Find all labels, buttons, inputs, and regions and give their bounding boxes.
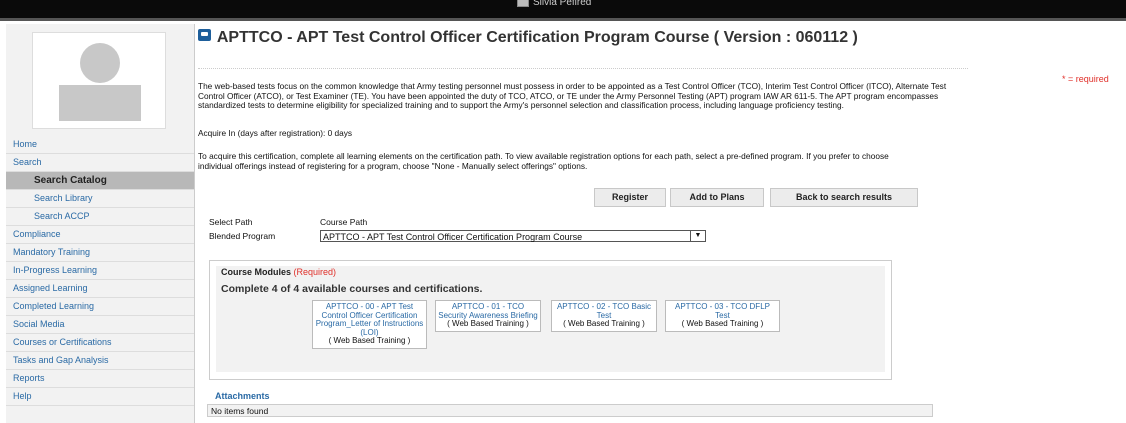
select-path-label: Select Path bbox=[209, 217, 253, 227]
course-modules-heading: Course Modules (Required) bbox=[221, 267, 336, 277]
course-modules-required: (Required) bbox=[293, 267, 337, 277]
sidebar-item-compliance[interactable]: Compliance bbox=[6, 226, 194, 244]
course-modules-inner: Course Modules (Required) Complete 4 of … bbox=[216, 266, 885, 372]
sidebar: Home Search Search Catalog Search Librar… bbox=[6, 24, 195, 423]
certification-instructions: To acquire this certification, complete … bbox=[198, 151, 889, 171]
sidebar-item-assigned-learning[interactable]: Assigned Learning bbox=[6, 280, 194, 298]
module-type-02: ( Web Based Training ) bbox=[563, 319, 645, 329]
module-type-03: ( Web Based Training ) bbox=[681, 319, 764, 329]
sidebar-item-search-catalog[interactable]: Search Catalog bbox=[6, 172, 194, 190]
program-select-value: APTTCO - APT Test Control Officer Certif… bbox=[323, 232, 583, 242]
sidebar-item-reports[interactable]: Reports bbox=[6, 370, 194, 388]
avatar-head bbox=[80, 43, 120, 83]
sidebar-item-search-library[interactable]: Search Library bbox=[6, 190, 194, 208]
sidebar-item-courses-or-certifications[interactable]: Courses or Certifications bbox=[6, 334, 194, 352]
attachments-heading: Attachments bbox=[215, 391, 270, 401]
sidebar-item-help[interactable]: Help bbox=[6, 388, 194, 406]
sidebar-item-in-progress-learning[interactable]: In-Progress Learning bbox=[6, 262, 194, 280]
sidebar-item-completed-learning[interactable]: Completed Learning bbox=[6, 298, 194, 316]
attachments-list: No items found bbox=[207, 404, 933, 417]
module-link-03[interactable]: APTTCO - 03 - TCO DFLP Test bbox=[667, 302, 778, 320]
sidebar-item-social-media[interactable]: Social Media bbox=[6, 316, 194, 334]
page-title: APTTCO - APT Test Control Officer Certif… bbox=[216, 29, 858, 46]
module-card-03: APTTCO - 03 - TCO DFLP Test ( Web Based … bbox=[665, 300, 780, 332]
course-description: The web-based tests focus on the common … bbox=[198, 81, 947, 111]
title-divider bbox=[198, 68, 968, 69]
main-content: APTTCO - APT Test Control Officer Certif… bbox=[194, 18, 1126, 423]
page-title-row: APTTCO - APT Test Control Officer Certif… bbox=[198, 28, 948, 47]
sidebar-item-search-accp[interactable]: Search ACCP bbox=[6, 208, 194, 226]
profile-photo[interactable] bbox=[32, 32, 166, 129]
sidebar-item-tasks-and-gap-analysis[interactable]: Tasks and Gap Analysis bbox=[6, 352, 194, 370]
register-button[interactable]: Register bbox=[594, 188, 666, 207]
user-name: Silvia Pefired bbox=[533, 0, 592, 8]
acquire-in: Acquire In (days after registration): 0 … bbox=[198, 128, 353, 138]
sidebar-item-search[interactable]: Search bbox=[6, 154, 194, 172]
sidebar-item-home[interactable]: Home bbox=[6, 136, 194, 154]
avatar-body bbox=[59, 85, 141, 121]
course-path-label: Course Path bbox=[320, 217, 368, 227]
course-modules-summary: Complete 4 of 4 available courses and ce… bbox=[221, 283, 483, 295]
module-card-02: APTTCO - 02 - TCO Basic Test ( Web Based… bbox=[551, 300, 657, 332]
module-card-00: APTTCO - 00 - APT Test Control Officer C… bbox=[312, 300, 427, 349]
module-link-01[interactable]: APTTCO - 01 - TCO Security Awareness Bri… bbox=[437, 302, 539, 320]
course-modules-title: Course Modules bbox=[221, 267, 292, 277]
user-menu[interactable]: Silvia Pefired bbox=[517, 0, 591, 8]
module-link-00[interactable]: APTTCO - 00 - APT Test Control Officer C… bbox=[314, 302, 425, 337]
back-to-search-results-button[interactable]: Back to search results bbox=[770, 188, 918, 207]
module-type-01: ( Web Based Training ) bbox=[447, 319, 529, 329]
blended-program-label: Blended Program bbox=[209, 231, 276, 241]
program-select[interactable]: APTTCO - APT Test Control Officer Certif… bbox=[320, 230, 706, 242]
required-note: * = required bbox=[1062, 74, 1109, 84]
user-card-icon bbox=[517, 0, 529, 7]
module-link-02[interactable]: APTTCO - 02 - TCO Basic Test bbox=[553, 302, 655, 320]
module-type-00: ( Web Based Training ) bbox=[328, 336, 411, 346]
certification-icon bbox=[198, 29, 211, 41]
chevron-down-icon[interactable]: ▼ bbox=[690, 231, 705, 241]
sidebar-item-mandatory-training[interactable]: Mandatory Training bbox=[6, 244, 194, 262]
add-to-plans-button[interactable]: Add to Plans bbox=[670, 188, 764, 207]
module-card-01: APTTCO - 01 - TCO Security Awareness Bri… bbox=[435, 300, 541, 332]
sidebar-nav: Home Search Search Catalog Search Librar… bbox=[6, 136, 194, 406]
course-modules-panel: Course Modules (Required) Complete 4 of … bbox=[209, 260, 892, 380]
